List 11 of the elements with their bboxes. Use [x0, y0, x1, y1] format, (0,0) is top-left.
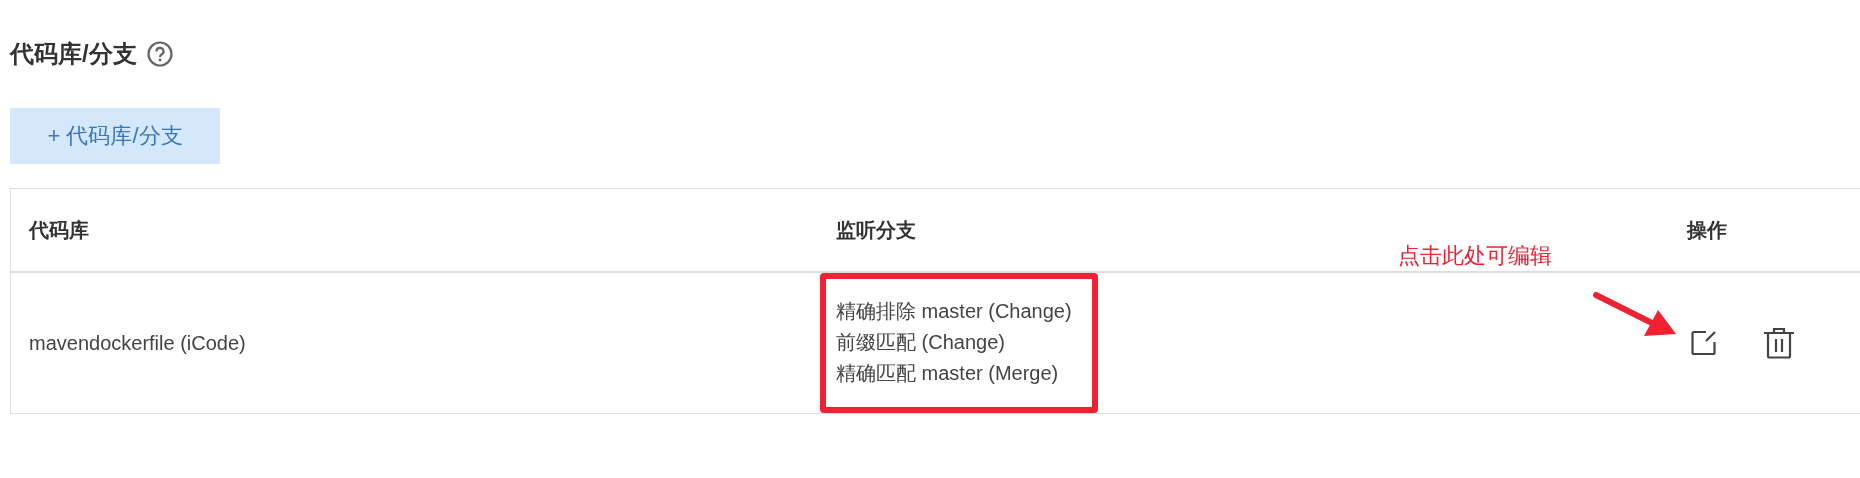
edit-icon[interactable]	[1691, 330, 1717, 356]
section-title: 代码库/分支	[10, 39, 137, 69]
branch-rule: 前缀匹配 (Change)	[836, 329, 1006, 355]
annotation-text: 点击此处可编辑	[1398, 242, 1552, 270]
branch-rule: 精确排除 master (Change)	[836, 298, 1072, 324]
delete-icon[interactable]	[1763, 327, 1795, 359]
column-header: 操作	[1673, 189, 1860, 273]
repository-name: mavendockerfile (iCode)	[29, 331, 246, 355]
help-icon[interactable]	[146, 41, 173, 67]
branch-rule: 精确匹配 master (Merge)	[836, 360, 1060, 386]
column-header: 代码库	[11, 189, 816, 273]
